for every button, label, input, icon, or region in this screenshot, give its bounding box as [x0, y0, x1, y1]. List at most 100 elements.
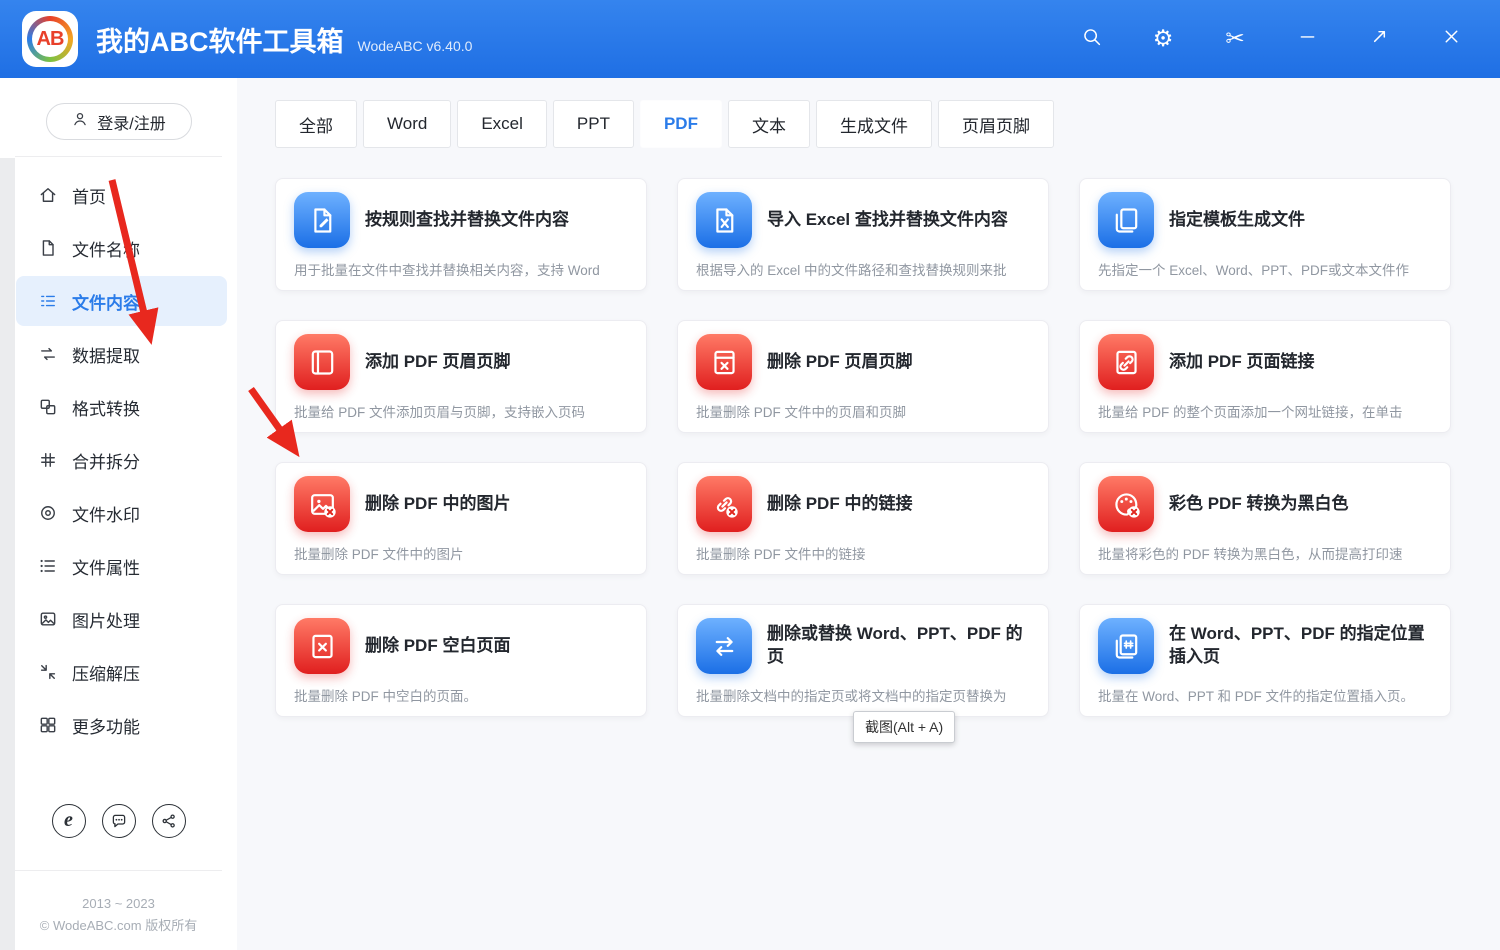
watermark-icon	[38, 503, 58, 523]
tab-header-footer[interactable]: 页眉页脚	[938, 100, 1054, 148]
sidebar-item-label: 文件内容	[72, 289, 140, 314]
merge-split-icon	[38, 450, 58, 470]
card-desc: 根据导入的 Excel 中的文件路径和查找替换规则来批	[696, 259, 1030, 279]
card-add-pdf-header-footer[interactable]: 添加 PDF 页眉页脚 批量给 PDF 文件添加页眉与页脚，支持嵌入页码	[275, 320, 647, 433]
settings-icon: ⚙	[1153, 27, 1174, 51]
card-delete-pdf-blank-pages[interactable]: 删除 PDF 空白页面 批量删除 PDF 中空白的页面。	[275, 604, 647, 717]
insert-page-icon	[1098, 618, 1154, 674]
card-title: 彩色 PDF 转换为黑白色	[1169, 493, 1348, 516]
tab-pdf[interactable]: PDF	[640, 100, 722, 148]
header-x-icon	[696, 334, 752, 390]
card-desc: 批量给 PDF 文件添加页眉与页脚，支持嵌入页码	[294, 401, 628, 421]
browser-icon[interactable]: e	[52, 804, 86, 838]
sidebar-item-data-extract[interactable]: 数据提取	[0, 329, 227, 379]
screenshot-tooltip: 截图(Alt + A)	[853, 711, 955, 743]
card-desc: 批量删除 PDF 文件中的页眉和页脚	[696, 401, 1030, 421]
sidebar-item-merge-split[interactable]: 合并拆分	[0, 435, 227, 485]
card-desc: 用于批量在文件中查找并替换相关内容，支持 Word	[294, 259, 628, 279]
scissors-icon: ✂	[1225, 27, 1244, 51]
sidebar-item-label: 数据提取	[72, 342, 140, 367]
sidebar-item-label: 合并拆分	[72, 448, 140, 473]
sidebar-divider	[15, 156, 222, 157]
app-version: WodeABC v6.40.0	[358, 38, 473, 54]
sidebar-item-label: 文件水印	[72, 501, 140, 526]
title-wrap: 我的ABC软件工具箱 WodeABC v6.40.0	[96, 20, 472, 59]
login-label: 登录/注册	[97, 110, 165, 134]
sidebar-item-label: 压缩解压	[72, 660, 140, 685]
titlebar: AB 我的ABC软件工具箱 WodeABC v6.40.0 ⚙ ✂	[0, 0, 1500, 78]
minimize-button[interactable]	[1294, 26, 1320, 52]
tab-excel[interactable]: Excel	[457, 100, 547, 148]
more-icon	[38, 715, 58, 735]
card-desc: 批量删除 PDF 中空白的页面。	[294, 685, 628, 705]
image-x-icon	[294, 476, 350, 532]
home-icon	[38, 185, 58, 205]
sidebar-nav: 首页 文件名称 文件内容 数据提取 格式转换	[0, 167, 237, 753]
sidebar-footer-icons: e	[0, 796, 237, 854]
category-tabs: 全部 Word Excel PPT PDF 文本 生成文件 页眉页脚	[275, 100, 1500, 148]
card-add-pdf-page-link[interactable]: 添加 PDF 页面链接 批量给 PDF 的整个页面添加一个网址链接，在单击	[1079, 320, 1451, 433]
link-x-icon	[696, 476, 752, 532]
share-icon[interactable]	[152, 804, 186, 838]
sidebar-item-file-content[interactable]: 文件内容	[16, 276, 227, 326]
sidebar-item-file-watermark[interactable]: 文件水印	[0, 488, 227, 538]
user-icon	[71, 110, 89, 133]
blank-x-icon	[294, 618, 350, 674]
card-title: 删除 PDF 空白页面	[365, 635, 510, 658]
search-icon	[1081, 26, 1102, 52]
sidebar-item-compress[interactable]: 压缩解压	[0, 647, 227, 697]
settings-button[interactable]: ⚙	[1150, 26, 1176, 52]
sidebar-item-file-name[interactable]: 文件名称	[0, 223, 227, 273]
page-link-icon	[1098, 334, 1154, 390]
close-button[interactable]	[1438, 26, 1464, 52]
resize-button[interactable]	[1366, 26, 1392, 52]
screenshot-button[interactable]: ✂	[1222, 26, 1248, 52]
login-button[interactable]: 登录/注册	[46, 103, 192, 140]
tool-card-grid: 按规则查找并替换文件内容 用于批量在文件中查找并替换相关内容，支持 Word 导…	[275, 178, 1500, 717]
sidebar-item-label: 文件名称	[72, 236, 140, 261]
doc-edit-icon	[294, 192, 350, 248]
card-title: 导入 Excel 查找并替换文件内容	[767, 209, 1008, 232]
format-convert-icon	[38, 397, 58, 417]
chat-icon[interactable]	[102, 804, 136, 838]
card-delete-pdf-images[interactable]: 删除 PDF 中的图片 批量删除 PDF 文件中的图片	[275, 462, 647, 575]
card-pdf-to-grayscale[interactable]: 彩色 PDF 转换为黑白色 批量将彩色的 PDF 转换为黑白色，从而提高打印速	[1079, 462, 1451, 575]
card-title: 添加 PDF 页眉页脚	[365, 351, 510, 374]
sidebar-item-file-props[interactable]: 文件属性	[0, 541, 227, 591]
tab-generate[interactable]: 生成文件	[816, 100, 932, 148]
card-title: 删除或替换 Word、PPT、PDF 的页	[767, 623, 1030, 669]
card-delete-pdf-links[interactable]: 删除 PDF 中的链接 批量删除 PDF 文件中的链接	[677, 462, 1049, 575]
file-props-icon	[38, 556, 58, 576]
card-desc: 批量删除文档中的指定页或将文档中的指定页替换为	[696, 685, 1030, 705]
compress-icon	[38, 662, 58, 682]
card-insert-pages[interactable]: 在 Word、PPT、PDF 的指定位置插入页 批量在 Word、PPT 和 P…	[1079, 604, 1451, 717]
tab-text[interactable]: 文本	[728, 100, 810, 148]
resize-icon	[1369, 26, 1390, 52]
card-title: 删除 PDF 中的图片	[365, 493, 510, 516]
card-find-replace-by-rule[interactable]: 按规则查找并替换文件内容 用于批量在文件中查找并替换相关内容，支持 Word	[275, 178, 647, 291]
sidebar: 登录/注册 首页 文件名称 文件内容 数据提取	[0, 78, 237, 950]
file-name-icon	[38, 238, 58, 258]
sidebar-item-image-process[interactable]: 图片处理	[0, 594, 227, 644]
card-desc: 批量删除 PDF 文件中的图片	[294, 543, 628, 563]
sidebar-item-format-convert[interactable]: 格式转换	[0, 382, 227, 432]
sidebar-item-more[interactable]: 更多功能	[0, 700, 227, 750]
card-import-excel-replace[interactable]: 导入 Excel 查找并替换文件内容 根据导入的 Excel 中的文件路径和查找…	[677, 178, 1049, 291]
image-process-icon	[38, 609, 58, 629]
card-template-generate[interactable]: 指定模板生成文件 先指定一个 Excel、Word、PPT、PDF或文本文件作	[1079, 178, 1451, 291]
search-button[interactable]	[1078, 26, 1104, 52]
card-title: 按规则查找并替换文件内容	[365, 209, 569, 232]
card-desc: 批量在 Word、PPT 和 PDF 文件的指定位置插入页。	[1098, 685, 1432, 705]
card-remove-pdf-header-footer[interactable]: 删除 PDF 页眉页脚 批量删除 PDF 文件中的页眉和页脚	[677, 320, 1049, 433]
sidebar-item-home[interactable]: 首页	[0, 170, 227, 220]
sidebar-item-label: 格式转换	[72, 395, 140, 420]
app-logo: AB	[22, 11, 78, 67]
tab-all[interactable]: 全部	[275, 100, 357, 148]
copyright-owner: © WodeABC.com 版权所有	[0, 915, 237, 938]
card-delete-replace-pages[interactable]: 删除或替换 Word、PPT、PDF 的页 批量删除文档中的指定页或将文档中的指…	[677, 604, 1049, 717]
card-desc: 批量删除 PDF 文件中的链接	[696, 543, 1030, 563]
tab-word[interactable]: Word	[363, 100, 451, 148]
tab-ppt[interactable]: PPT	[553, 100, 634, 148]
doc-stack-icon	[1098, 192, 1154, 248]
book-icon	[294, 334, 350, 390]
